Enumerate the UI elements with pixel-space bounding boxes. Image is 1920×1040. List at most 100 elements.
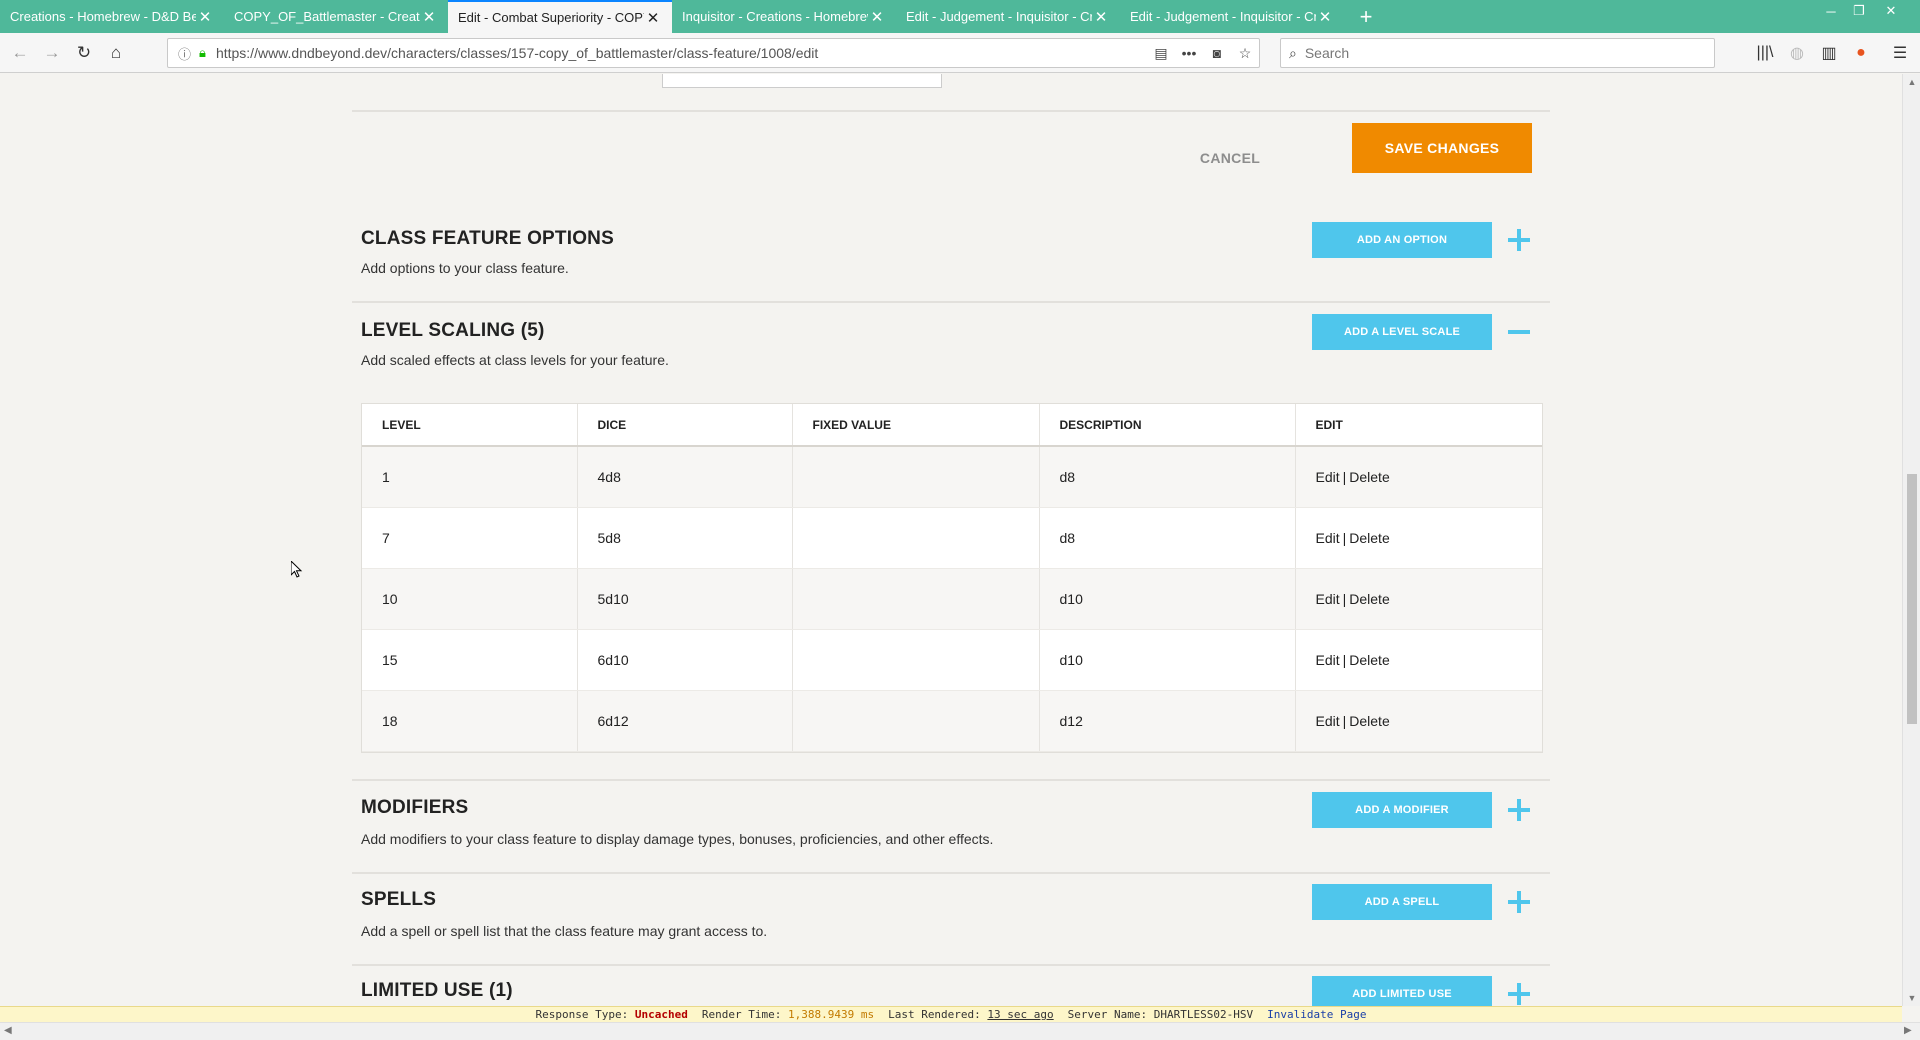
url-bar[interactable]: ⓘ 🔒︎ https://www.dndbeyond.dev/character… bbox=[167, 38, 1260, 68]
spells-section-title: SPELLS bbox=[361, 889, 437, 910]
back-icon[interactable]: ← bbox=[8, 41, 32, 65]
close-icon[interactable]: ✕ bbox=[1316, 8, 1334, 26]
expand-plus-icon[interactable] bbox=[1506, 797, 1532, 823]
new-tab-icon[interactable]: + bbox=[1352, 0, 1380, 33]
server-name-value: DHARTLESS02-HSV bbox=[1153, 1008, 1254, 1021]
cell-fixed-value bbox=[792, 568, 1040, 630]
delete-link[interactable]: Delete bbox=[1349, 591, 1389, 607]
add-option-button[interactable]: ADD AN OPTION bbox=[1312, 222, 1492, 258]
browser-nav-bar: ← → ↻ ⌂ ⓘ 🔒︎ https://www.dndbeyond.dev/c… bbox=[0, 33, 1920, 73]
browser-tab[interactable]: Inquisitor - Creations - Homebrew ✕ bbox=[672, 0, 896, 33]
home-icon[interactable]: ⌂ bbox=[104, 41, 128, 65]
lock-icon: 🔒︎ bbox=[199, 45, 206, 60]
scroll-left-icon[interactable]: ◀ bbox=[4, 1025, 12, 1036]
cell-edit: Edit | Delete bbox=[1295, 446, 1542, 508]
invalidate-page-link[interactable]: Invalidate Page bbox=[1267, 1008, 1366, 1021]
cell-dice: 4d8 bbox=[577, 446, 793, 508]
link-separator: | bbox=[1342, 590, 1347, 607]
browser-tab-bar: Creations - Homebrew - D&D Beyond ✕ COPY… bbox=[0, 0, 1920, 33]
restore-icon[interactable]: ❐ bbox=[1846, 0, 1872, 22]
cell-level: 10 bbox=[362, 568, 578, 630]
tab-title: Creations - Homebrew - D&D Beyond bbox=[10, 9, 196, 24]
browser-tab-active[interactable]: Edit - Combat Superiority - COPY_OF ✕ bbox=[448, 0, 672, 33]
options-section-description: Add options to your class feature. bbox=[361, 260, 569, 276]
cell-level: 7 bbox=[362, 507, 578, 569]
window-close-icon[interactable]: ✕ bbox=[1878, 0, 1904, 22]
close-icon[interactable]: ✕ bbox=[868, 8, 886, 26]
text-input-partial[interactable] bbox=[662, 74, 942, 88]
menu-icon[interactable]: ☰ bbox=[1887, 41, 1913, 65]
reload-icon[interactable]: ↻ bbox=[72, 41, 96, 65]
pocket-icon[interactable]: ◙ bbox=[1203, 45, 1231, 61]
add-spell-button[interactable]: ADD A SPELL bbox=[1312, 884, 1492, 920]
vertical-scrollbar[interactable]: ▲ ▼ bbox=[1902, 74, 1920, 1006]
scroll-up-icon[interactable]: ▲ bbox=[1903, 74, 1920, 90]
save-changes-button[interactable]: SAVE CHANGES bbox=[1352, 123, 1532, 173]
bookmark-star-icon[interactable]: ☆ bbox=[1231, 45, 1259, 62]
minimize-icon[interactable]: ─ bbox=[1818, 0, 1844, 22]
edit-link[interactable]: Edit bbox=[1316, 469, 1340, 485]
close-icon[interactable]: ✕ bbox=[420, 8, 438, 26]
divider bbox=[352, 110, 1550, 112]
edit-link[interactable]: Edit bbox=[1316, 713, 1340, 729]
add-level-scale-button[interactable]: ADD A LEVEL SCALE bbox=[1312, 314, 1492, 350]
divider bbox=[352, 779, 1550, 781]
library-icon[interactable]: |||\ bbox=[1752, 41, 1778, 65]
browser-tab[interactable]: Edit - Judgement - Inquisitor - Creation… bbox=[896, 0, 1120, 33]
table-header-row: LEVEL DICE FIXED VALUE DESCRIPTION EDIT bbox=[362, 404, 1542, 447]
add-limited-use-button[interactable]: ADD LIMITED USE bbox=[1312, 976, 1492, 1006]
cell-description: d10 bbox=[1039, 568, 1296, 630]
cell-fixed-value bbox=[792, 507, 1040, 569]
horizontal-scrollbar[interactable]: ◀ ▶ bbox=[0, 1022, 1920, 1040]
cancel-button[interactable]: CANCEL bbox=[1175, 138, 1285, 178]
page-content: CANCEL SAVE CHANGES CLASS FEATURE OPTION… bbox=[0, 74, 1902, 1006]
search-icon: ⌕ bbox=[1289, 44, 1297, 61]
delete-link[interactable]: Delete bbox=[1349, 469, 1389, 485]
tracking-icon[interactable]: ◍ bbox=[1784, 41, 1810, 65]
search-input[interactable]: ⌕ Search bbox=[1280, 38, 1715, 68]
last-rendered-value: 13 sec ago bbox=[987, 1008, 1054, 1021]
delete-link[interactable]: Delete bbox=[1349, 713, 1389, 729]
scroll-down-icon[interactable]: ▼ bbox=[1903, 990, 1920, 1006]
extension-icon[interactable]: ● bbox=[1848, 41, 1874, 65]
edit-link[interactable]: Edit bbox=[1316, 530, 1340, 546]
collapse-minus-icon[interactable] bbox=[1506, 319, 1532, 345]
delete-link[interactable]: Delete bbox=[1349, 652, 1389, 668]
url-text[interactable]: https://www.dndbeyond.dev/characters/cla… bbox=[216, 45, 1147, 61]
more-actions-icon[interactable]: ••• bbox=[1175, 45, 1203, 61]
close-icon[interactable]: ✕ bbox=[196, 8, 214, 26]
browser-tab[interactable]: COPY_OF_Battlemaster - Creations ✕ bbox=[224, 0, 448, 33]
link-separator: | bbox=[1342, 651, 1347, 668]
scrollbar-thumb[interactable] bbox=[1907, 474, 1917, 724]
modifiers-section-description: Add modifiers to your class feature to d… bbox=[361, 831, 994, 847]
tab-title: Edit - Judgement - Inquisitor - Creation… bbox=[906, 9, 1092, 24]
close-icon[interactable]: ✕ bbox=[1092, 8, 1110, 26]
column-header-level: LEVEL bbox=[362, 404, 578, 447]
add-modifier-button[interactable]: ADD A MODIFIER bbox=[1312, 792, 1492, 828]
expand-plus-icon[interactable] bbox=[1506, 981, 1532, 1006]
cell-dice: 5d8 bbox=[577, 507, 793, 569]
browser-tab[interactable]: Edit - Judgement - Inquisitor - Creation… bbox=[1120, 0, 1344, 33]
level-scaling-table: LEVEL DICE FIXED VALUE DESCRIPTION EDIT … bbox=[361, 403, 1543, 753]
cell-edit: Edit | Delete bbox=[1295, 690, 1542, 752]
browser-tab[interactable]: Creations - Homebrew - D&D Beyond ✕ bbox=[0, 0, 224, 33]
close-icon[interactable]: ✕ bbox=[644, 9, 662, 27]
delete-link[interactable]: Delete bbox=[1349, 530, 1389, 546]
reader-view-icon[interactable]: ▤ bbox=[1147, 45, 1175, 62]
expand-plus-icon[interactable] bbox=[1506, 889, 1532, 915]
column-header-description: DESCRIPTION bbox=[1039, 404, 1296, 447]
cell-edit: Edit | Delete bbox=[1295, 629, 1542, 691]
forward-icon[interactable]: → bbox=[40, 41, 64, 65]
info-icon[interactable]: ⓘ bbox=[178, 44, 191, 63]
expand-plus-icon[interactable] bbox=[1506, 227, 1532, 253]
sidebar-icon[interactable]: ▥ bbox=[1816, 41, 1842, 65]
cell-dice: 6d12 bbox=[577, 690, 793, 752]
edit-link[interactable]: Edit bbox=[1316, 652, 1340, 668]
cell-edit: Edit | Delete bbox=[1295, 568, 1542, 630]
scroll-right-icon[interactable]: ▶ bbox=[1904, 1025, 1912, 1036]
response-type-value: Uncached bbox=[634, 1008, 688, 1021]
cell-dice: 6d10 bbox=[577, 629, 793, 691]
edit-link[interactable]: Edit bbox=[1316, 591, 1340, 607]
cell-dice: 5d10 bbox=[577, 568, 793, 630]
cell-fixed-value bbox=[792, 629, 1040, 691]
